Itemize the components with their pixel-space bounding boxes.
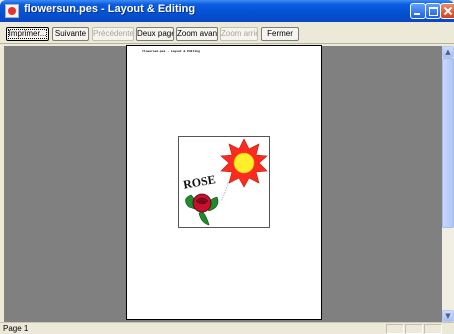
page-header-text: flowersun.pes - Layout & Editing	[142, 49, 200, 53]
previous-page-button[interactable]: Précédente	[92, 27, 134, 41]
minimize-button[interactable]	[410, 3, 426, 19]
scroll-up-icon[interactable]: ▲	[442, 46, 454, 58]
embroidery-design: ROSE	[182, 138, 268, 226]
window-title: flowersun.pes - Layout & Editing	[24, 3, 196, 15]
vertical-scrollbar[interactable]: ▲ ▼	[442, 46, 454, 322]
status-pane	[405, 324, 423, 334]
two-pages-button[interactable]: Deux pages	[136, 27, 174, 41]
close-preview-button[interactable]: Fermer	[261, 27, 299, 41]
maximize-button[interactable]	[425, 3, 441, 19]
title-bar[interactable]: flowersun.pes - Layout & Editing	[0, 0, 454, 22]
next-page-button[interactable]: Suivante	[52, 27, 89, 41]
zoom-out-button[interactable]: Zoom arrière	[220, 27, 258, 41]
embroidery-design-frame: ROSE	[178, 136, 270, 228]
scroll-thumb[interactable]	[442, 58, 454, 228]
print-button[interactable]: Imprimer...	[6, 27, 49, 41]
preview-toolbar: Imprimer... Suivante Précédente Deux pag…	[0, 22, 454, 44]
status-pane	[386, 324, 404, 334]
status-bar: Page 1	[0, 322, 454, 334]
close-window-button[interactable]	[440, 3, 454, 19]
layout-editing-app-icon[interactable]	[5, 4, 19, 18]
rose-motif	[185, 193, 219, 226]
dashed-stitch-line	[220, 181, 229, 202]
rose-text: ROSE	[182, 172, 217, 191]
print-preview-page: flowersun.pes - Layout & Editing ROSE	[126, 45, 322, 320]
zoom-in-button[interactable]: Zoom avant	[176, 27, 218, 41]
sun-motif	[220, 138, 268, 188]
scroll-down-icon[interactable]: ▼	[442, 310, 454, 322]
page-indicator: Page 1	[3, 324, 29, 333]
status-pane	[424, 324, 442, 334]
